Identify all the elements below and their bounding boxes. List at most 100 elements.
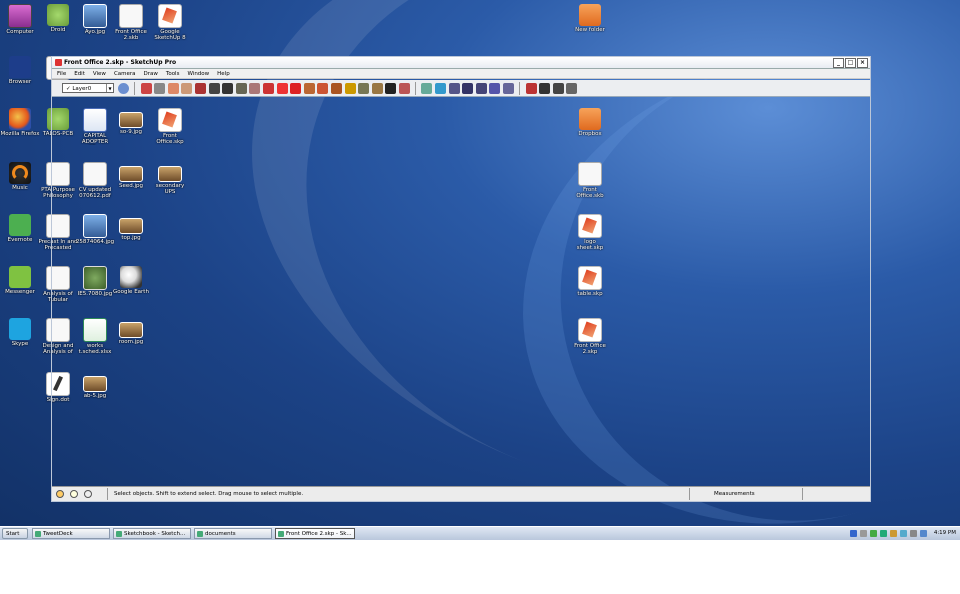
dimension-icon[interactable] xyxy=(358,82,370,94)
orbit-icon[interactable] xyxy=(435,82,447,94)
scale-icon[interactable] xyxy=(317,82,329,94)
tape-icon[interactable] xyxy=(344,82,356,94)
zoomwindow-icon[interactable] xyxy=(475,82,487,94)
menu-edit[interactable]: Edit xyxy=(74,69,85,78)
window-titlebar[interactable]: Front Office 2.skp - SketchUp Pro _ □ × xyxy=(52,57,870,69)
system-tray: 4:19 PM xyxy=(800,527,960,540)
taskbar-item-active[interactable]: Front Office 2.skp - Sk... xyxy=(275,528,355,539)
shield-icon[interactable] xyxy=(869,530,877,537)
desktop-icon[interactable]: Messenger xyxy=(0,266,40,295)
desktop-icon[interactable]: Skype xyxy=(0,318,40,347)
menu-window[interactable]: Window xyxy=(187,69,209,78)
maximize-button[interactable]: □ xyxy=(845,58,856,68)
desktop-icon[interactable]: Droid xyxy=(38,4,78,33)
minimize-button[interactable]: _ xyxy=(833,58,844,68)
menu-tools[interactable]: Tools xyxy=(166,69,180,78)
text-icon[interactable] xyxy=(385,82,397,94)
monitor-icon[interactable] xyxy=(859,530,867,537)
pushpull-icon[interactable] xyxy=(262,82,274,94)
layer-manager-icon[interactable] xyxy=(118,82,129,94)
zoom-icon[interactable] xyxy=(462,82,474,94)
network-icon[interactable] xyxy=(849,530,857,537)
line-icon[interactable] xyxy=(194,82,206,94)
menu-view[interactable]: View xyxy=(93,69,106,78)
desktop-icon-label: Computer xyxy=(6,29,34,35)
sketchup-window[interactable]: Front Office 2.skp - SketchUp Pro _ □ × … xyxy=(51,56,871,502)
lookaround-icon[interactable] xyxy=(552,82,564,94)
chevron-down-icon: ▼ xyxy=(106,84,113,92)
desktop-icon-label: Music xyxy=(12,185,28,191)
status-divider xyxy=(107,488,108,500)
zoomextents-icon[interactable] xyxy=(489,82,501,94)
layer-dropdown[interactable]: ✓ Layer0 ▼ xyxy=(62,83,114,93)
desktop-icon[interactable]: Front Office 2.skb xyxy=(111,4,151,41)
arc-icon[interactable] xyxy=(222,82,234,94)
desktop-icon-label: Evernote xyxy=(7,237,33,243)
window-title: Front Office 2.skp - SketchUp Pro xyxy=(64,59,177,66)
walk-icon[interactable] xyxy=(539,82,551,94)
clock[interactable]: 4:19 PM xyxy=(934,527,956,540)
followme-icon[interactable] xyxy=(303,82,315,94)
3dtext-icon[interactable] xyxy=(421,82,433,94)
rotate-icon[interactable] xyxy=(290,82,302,94)
desktop-icon[interactable]: Mozilla Firefox xyxy=(0,108,40,137)
menu-file[interactable]: File xyxy=(57,69,66,78)
desktop-icon[interactable]: Evernote xyxy=(0,214,40,243)
desktop-icon-label: Google SketchUp 8 xyxy=(154,29,186,41)
desktop-icon[interactable]: Ayo.jpg xyxy=(75,4,115,35)
menu-draw[interactable]: Draw xyxy=(144,69,158,78)
skype-tray-icon[interactable] xyxy=(899,530,907,537)
desktop-icon[interactable]: Music xyxy=(0,162,40,191)
photo-icon xyxy=(83,4,107,28)
geo-location-icon[interactable] xyxy=(56,490,64,498)
position-camera-icon[interactable] xyxy=(525,82,537,94)
section-icon[interactable] xyxy=(566,82,578,94)
folder-icon xyxy=(579,4,601,26)
axes-icon[interactable] xyxy=(398,82,410,94)
firefox-icon xyxy=(9,108,31,130)
protractor-icon[interactable] xyxy=(371,82,383,94)
desktop-icon[interactable]: Computer xyxy=(0,4,40,35)
world-icon xyxy=(9,56,31,78)
menu-help[interactable]: Help xyxy=(217,69,230,78)
wifi-icon[interactable] xyxy=(919,530,927,537)
sync-icon[interactable] xyxy=(879,530,887,537)
toolbar-separator xyxy=(134,81,136,95)
freehand-icon[interactable] xyxy=(249,82,261,94)
messenger-icon xyxy=(9,266,31,288)
battery-icon[interactable] xyxy=(889,530,897,537)
help-icon[interactable] xyxy=(84,490,92,498)
select-icon[interactable] xyxy=(140,82,152,94)
start-button[interactable]: Start xyxy=(2,528,28,539)
modeling-viewport[interactable] xyxy=(52,98,870,488)
taskbar-item[interactable]: documents xyxy=(194,528,272,539)
taskbar-item[interactable]: TweetDeck xyxy=(32,528,110,539)
taskbar-item[interactable]: Sketchbook - Sketch... xyxy=(113,528,191,539)
volume-icon[interactable] xyxy=(909,530,917,537)
polygon-icon[interactable] xyxy=(235,82,247,94)
skype-icon xyxy=(9,318,31,340)
offset-icon[interactable] xyxy=(330,82,342,94)
desktop-icon-label: Messenger xyxy=(5,289,35,295)
credits-icon[interactable] xyxy=(70,490,78,498)
monitor-icon xyxy=(8,4,32,28)
eraser-icon[interactable] xyxy=(154,82,166,94)
paint-icon[interactable] xyxy=(167,82,179,94)
pan-icon[interactable] xyxy=(448,82,460,94)
circle-icon[interactable] xyxy=(208,82,220,94)
previous-icon[interactable] xyxy=(503,82,515,94)
menu-camera[interactable]: Camera xyxy=(114,69,136,78)
status-divider xyxy=(689,488,690,500)
move-icon[interactable] xyxy=(276,82,288,94)
sketchup-app-icon xyxy=(55,59,62,66)
rectangle-icon[interactable] xyxy=(181,82,193,94)
desktop-icon-label: Browser xyxy=(8,79,32,85)
main-toolbar: ✓ Layer0 ▼ xyxy=(52,80,870,97)
toolbar-separator xyxy=(519,81,521,95)
desktop-icon[interactable]: New folder xyxy=(570,4,610,33)
close-button[interactable]: × xyxy=(857,58,868,68)
desktop-icon[interactable]: Google SketchUp 8 xyxy=(150,4,190,41)
menu-bar: File Edit View Camera Draw Tools Window … xyxy=(52,69,870,79)
toolbar-separator xyxy=(415,81,417,95)
desktop-icon[interactable]: Browser xyxy=(0,56,40,85)
